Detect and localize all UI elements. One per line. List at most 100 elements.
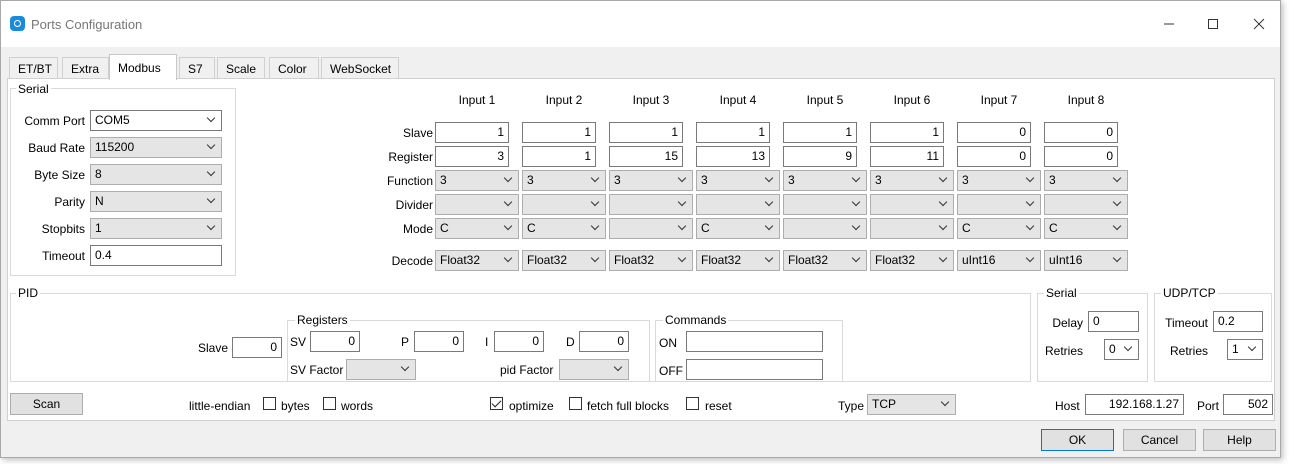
tab-modbus[interactable]: Modbus <box>109 54 177 80</box>
input-1-divider-select[interactable] <box>435 194 519 215</box>
input-6-register-input[interactable]: 11 <box>870 146 944 167</box>
serial-retries-select[interactable]: 0 <box>1104 339 1139 360</box>
input-6-decode-select[interactable]: Float32 <box>870 250 954 271</box>
chevron-down-icon <box>504 198 514 210</box>
udp-timeout-input[interactable]: 0.2 <box>1213 311 1263 332</box>
input-2-slave-input[interactable]: 1 <box>522 122 596 143</box>
input-4-divider-select[interactable] <box>696 194 780 215</box>
input-8-divider-select[interactable] <box>1044 194 1128 215</box>
delay-label: Delay <box>1052 316 1083 330</box>
on-command-input[interactable] <box>686 331 823 352</box>
timeout-input[interactable]: 0.4 <box>90 245 222 266</box>
input-7-decode-select[interactable]: uInt16 <box>957 250 1041 271</box>
scan-button[interactable]: Scan <box>10 393 83 415</box>
maximize-icon[interactable] <box>1197 11 1229 37</box>
tab-extra[interactable]: Extra <box>62 57 109 79</box>
off-command-input[interactable] <box>686 359 823 380</box>
tab-scale[interactable]: Scale <box>217 57 265 79</box>
udp-retries-label: Retries <box>1169 344 1208 358</box>
input-7-slave-input[interactable]: 0 <box>957 122 1031 143</box>
input-7-function-select[interactable]: 3 <box>957 170 1041 191</box>
ok-button[interactable]: OK <box>1041 429 1114 451</box>
byte-size-select[interactable]: 8 <box>90 164 222 185</box>
type-select[interactable]: TCP <box>867 394 956 415</box>
input-3-decode-select[interactable]: Float32 <box>609 250 693 271</box>
chevron-down-icon <box>1113 222 1123 234</box>
input-3-register-input[interactable]: 15 <box>609 146 683 167</box>
input-8-decode-select[interactable]: uInt16 <box>1044 250 1128 271</box>
input-3-slave-input[interactable]: 1 <box>609 122 683 143</box>
parity-select[interactable]: N <box>90 191 222 212</box>
help-button[interactable]: Help <box>1203 429 1276 451</box>
input-8-register-input[interactable]: 0 <box>1044 146 1118 167</box>
stopbits-select[interactable]: 1 <box>90 218 222 239</box>
fetch-full-blocks-checkbox[interactable] <box>569 397 582 410</box>
comm-port-select[interactable]: COM5 <box>90 110 222 131</box>
input-6-function-select[interactable]: 3 <box>870 170 954 191</box>
input-2-divider-select[interactable] <box>522 194 606 215</box>
input-5-function-select[interactable]: 3 <box>783 170 867 191</box>
input-5-register-input[interactable]: 9 <box>783 146 857 167</box>
d-input[interactable]: 0 <box>579 331 629 352</box>
input-1-function-select[interactable]: 3 <box>435 170 519 191</box>
port-input[interactable]: 502 <box>1223 394 1273 415</box>
input-8-function-select[interactable]: 3 <box>1044 170 1128 191</box>
optimize-checkbox[interactable] <box>490 397 503 410</box>
input-5-decode-select[interactable]: Float32 <box>783 250 867 271</box>
udp-tcp-title: UDP/TCP <box>1161 286 1218 300</box>
input-4-function-select[interactable]: 3 <box>696 170 780 191</box>
i-input[interactable]: 0 <box>494 331 544 352</box>
close-icon[interactable] <box>1243 11 1275 37</box>
input-6-slave-input[interactable]: 1 <box>870 122 944 143</box>
input-4-register-input[interactable]: 13 <box>696 146 770 167</box>
bytes-checkbox[interactable] <box>263 397 276 410</box>
input-1-decode-select[interactable]: Float32 <box>435 250 519 271</box>
input-3-function-select[interactable]: 3 <box>609 170 693 191</box>
minimize-icon[interactable] <box>1153 11 1185 37</box>
pid-factor-select[interactable] <box>559 359 629 380</box>
cancel-button[interactable]: Cancel <box>1123 429 1196 451</box>
input-5-mode-select[interactable] <box>783 218 867 239</box>
input-5-divider-select[interactable] <box>783 194 867 215</box>
input-1-register-input[interactable]: 3 <box>435 146 509 167</box>
tab-websocket[interactable]: WebSocket <box>321 57 399 79</box>
host-input[interactable]: 192.168.1.27 <box>1085 394 1184 415</box>
input-8-mode-select[interactable]: C <box>1044 218 1128 239</box>
delay-input[interactable]: 0 <box>1088 311 1139 332</box>
host-label: Host <box>1055 399 1080 413</box>
tab-s7[interactable]: S7 <box>179 57 215 79</box>
chevron-down-icon <box>591 174 601 186</box>
input-1-slave-input[interactable]: 1 <box>435 122 509 143</box>
input-4-mode-select[interactable]: C <box>696 218 780 239</box>
input-7-divider-select[interactable] <box>957 194 1041 215</box>
input-2-function-select[interactable]: 3 <box>522 170 606 191</box>
chevron-down-icon <box>504 254 514 266</box>
input-4-slave-input[interactable]: 1 <box>696 122 770 143</box>
input-8-slave-input[interactable]: 0 <box>1044 122 1118 143</box>
input-2-decode-select[interactable]: Float32 <box>522 250 606 271</box>
input-1-mode-select[interactable]: C <box>435 218 519 239</box>
pid-group-title: PID <box>16 286 41 300</box>
input-3-divider-select[interactable] <box>609 194 693 215</box>
input-7-mode-select[interactable]: C <box>957 218 1041 239</box>
input-2-register-input[interactable]: 1 <box>522 146 596 167</box>
input-6-mode-select[interactable] <box>870 218 954 239</box>
sv-factor-select[interactable] <box>346 359 416 380</box>
input-5-slave-input[interactable]: 1 <box>783 122 857 143</box>
tab-color[interactable]: Color <box>269 57 319 79</box>
input-6-divider-select[interactable] <box>870 194 954 215</box>
chevron-down-icon <box>207 141 217 153</box>
input-7-register-input[interactable]: 0 <box>957 146 1031 167</box>
tab-et-bt[interactable]: ET/BT <box>9 57 58 79</box>
sv-input[interactable]: 0 <box>310 331 360 352</box>
pid-slave-input[interactable]: 0 <box>232 337 282 358</box>
chevron-down-icon <box>1026 174 1036 186</box>
p-input[interactable]: 0 <box>414 331 464 352</box>
words-checkbox[interactable] <box>323 397 336 410</box>
udp-retries-select[interactable]: 1 <box>1227 339 1263 360</box>
baud-rate-select[interactable]: 115200 <box>90 137 222 158</box>
reset-checkbox[interactable] <box>686 397 699 410</box>
input-3-mode-select[interactable] <box>609 218 693 239</box>
input-2-mode-select[interactable]: C <box>522 218 606 239</box>
input-4-decode-select[interactable]: Float32 <box>696 250 780 271</box>
